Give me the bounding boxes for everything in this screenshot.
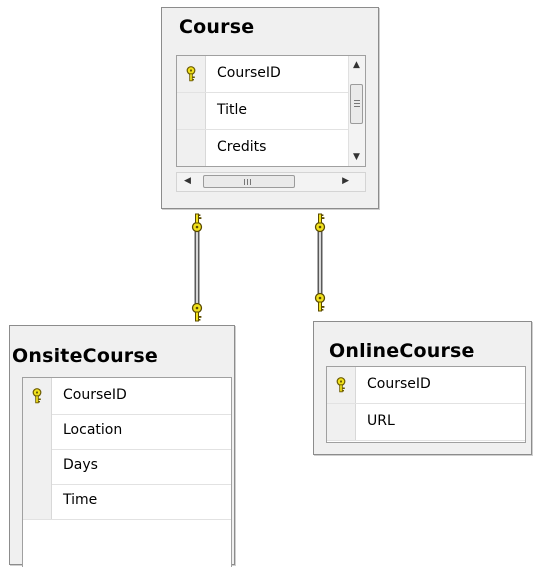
scroll-down-icon[interactable]: ▼ — [348, 152, 365, 162]
column-name: Time — [63, 492, 98, 508]
column-name: Title — [217, 102, 248, 118]
scroll-right-icon[interactable]: ▶ — [342, 176, 349, 186]
scroll-thumb[interactable] — [350, 84, 363, 124]
vertical-scrollbar[interactable]: ▲ ▼ — [348, 56, 365, 166]
table-onsitecourse[interactable]: OnsiteCourse CourseID Location Days Time — [9, 325, 235, 567]
column-row[interactable]: CourseID — [177, 56, 365, 93]
column-name: CourseID — [63, 387, 127, 403]
key-connector-icon — [314, 292, 326, 312]
relationship-course-onsitecourse[interactable] — [191, 213, 203, 322]
column-grid: CourseID Title Credits ▲ ▼ — [176, 55, 366, 167]
column-name: CourseID — [217, 65, 281, 81]
column-name: Credits — [217, 139, 267, 155]
key-connector-icon — [191, 302, 203, 322]
table-title: OnlineCourse — [329, 340, 475, 362]
column-name: Location — [63, 422, 123, 438]
column-name: URL — [367, 413, 395, 429]
key-icon — [32, 388, 42, 404]
column-row[interactable]: CourseID — [327, 367, 525, 404]
column-grid: CourseID Location Days Time — [22, 377, 232, 567]
key-connector-icon — [314, 213, 326, 233]
relationship-course-onlinecourse[interactable] — [314, 213, 326, 312]
key-icon — [186, 66, 196, 82]
table-course[interactable]: Course CourseID Title Credits ▲ ▼ ◀ ▶ — [161, 7, 379, 209]
table-onlinecourse[interactable]: OnlineCourse CourseID URL — [313, 321, 532, 455]
scroll-left-icon[interactable]: ◀ — [184, 176, 191, 186]
column-row[interactable]: Credits — [177, 130, 365, 166]
table-title: OnsiteCourse — [12, 345, 158, 367]
column-row[interactable]: CourseID — [23, 378, 231, 415]
horizontal-scrollbar[interactable]: ◀ ▶ — [176, 172, 366, 192]
column-row[interactable]: Location — [23, 413, 231, 450]
key-connector-icon — [191, 213, 203, 233]
key-icon — [336, 377, 346, 393]
table-title: Course — [179, 16, 255, 38]
column-name: Days — [63, 457, 98, 473]
scroll-up-icon[interactable]: ▲ — [348, 60, 365, 70]
column-grid: CourseID URL — [326, 366, 526, 443]
column-row[interactable]: Title — [177, 93, 365, 130]
column-row[interactable]: Days — [23, 448, 231, 485]
column-row[interactable]: Time — [23, 483, 231, 520]
column-row[interactable]: URL — [327, 404, 525, 441]
column-name: CourseID — [367, 376, 431, 392]
scroll-thumb[interactable] — [203, 175, 295, 188]
